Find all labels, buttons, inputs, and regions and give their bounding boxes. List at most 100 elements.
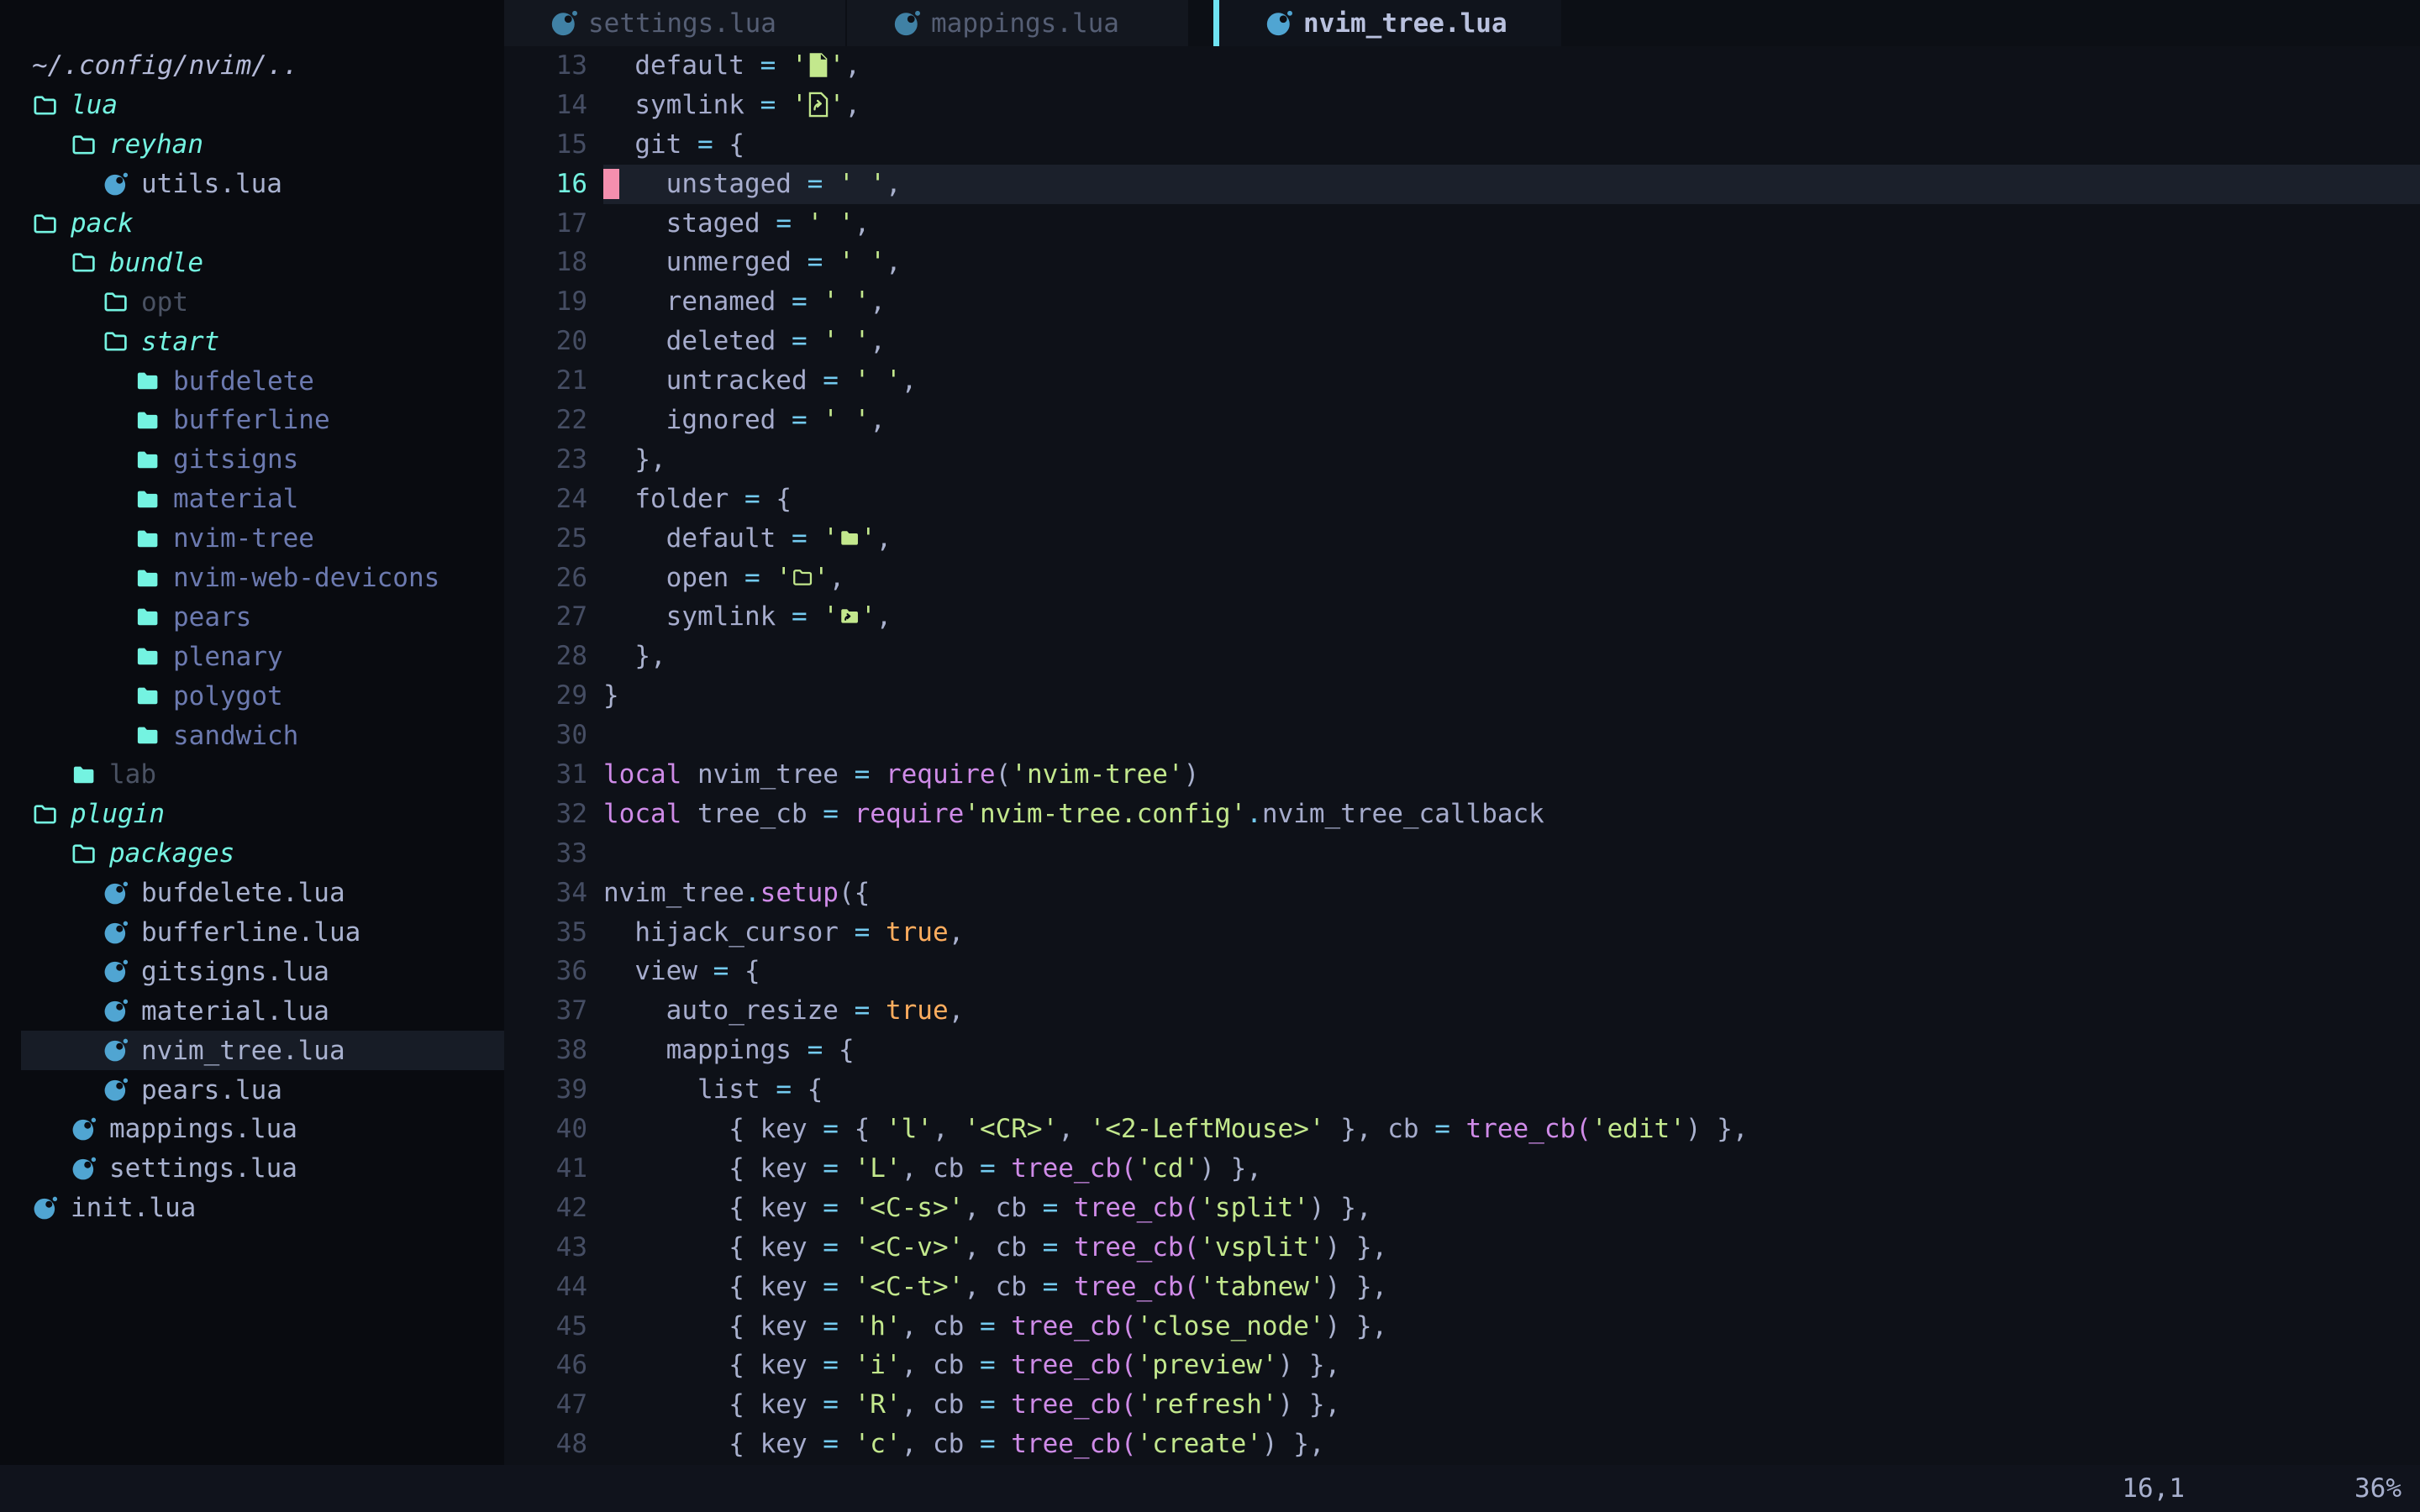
line-number: 15 <box>504 125 603 165</box>
code-token: '<C-s>' <box>855 1193 965 1223</box>
code-token: tree_cb( <box>1011 1350 1136 1380</box>
tree-item-plenary[interactable]: plenary <box>0 637 504 676</box>
tree-item-lua[interactable]: lua <box>0 86 504 125</box>
tree-item-nvim-tree[interactable]: nvim-tree <box>0 519 504 559</box>
tree-item-gitsigns[interactable]: gitsigns <box>0 440 504 480</box>
code-line-31[interactable]: 31local nvim_tree = require('nvim-tree') <box>504 755 2420 795</box>
code-line-14[interactable]: 14 symlink = '', <box>504 86 2420 125</box>
line-number: 24 <box>504 480 603 519</box>
tree-item-utils-lua[interactable]: utils.lua <box>0 165 504 204</box>
tree-item-opt[interactable]: opt <box>0 282 504 322</box>
code-line-13[interactable]: 13 default = '', <box>504 46 2420 86</box>
code-line-47[interactable]: 47 { key = 'R', cb = tree_cb('refresh') … <box>504 1385 2420 1425</box>
code-line-19[interactable]: 19 renamed = ' ', <box>504 282 2420 322</box>
code-line-41[interactable]: 41 { key = 'L', cb = tree_cb('cd') }, <box>504 1149 2420 1189</box>
tree-item-label: opt <box>141 287 188 318</box>
tree-item-bufdelete[interactable]: bufdelete <box>0 361 504 401</box>
tab-settings-lua[interactable]: settings.lua <box>504 0 845 46</box>
tree-item-label: bufdelete <box>173 366 314 396</box>
tree-item-start[interactable]: start <box>0 322 504 361</box>
line-text: auto_resize = true, <box>603 991 2420 1031</box>
code-token: symlink <box>603 90 760 120</box>
line-number: 48 <box>504 1425 603 1464</box>
tree-item-reyhan[interactable]: reyhan <box>0 125 504 165</box>
code-token: true <box>886 995 949 1026</box>
code-token: = <box>1043 1272 1074 1302</box>
code-line-43[interactable]: 43 { key = '<C-v>', cb = tree_cb('vsplit… <box>504 1228 2420 1268</box>
code-line-46[interactable]: 46 { key = 'i', cb = tree_cb('preview') … <box>504 1346 2420 1385</box>
code-line-23[interactable]: 23 }, <box>504 440 2420 480</box>
code-line-21[interactable]: 21 untracked = ' ', <box>504 361 2420 401</box>
code-line-28[interactable]: 28 }, <box>504 637 2420 676</box>
code-token: }, <box>603 444 666 475</box>
code-line-18[interactable]: 18 unmerged = ' ', <box>504 243 2420 282</box>
code-token: = <box>980 1311 1011 1341</box>
tree-item-polygot[interactable]: polygot <box>0 676 504 716</box>
tree-item-bufdelete-lua[interactable]: bufdelete.lua <box>0 874 504 913</box>
code-line-36[interactable]: 36 view = { <box>504 952 2420 991</box>
code-token: = <box>823 1153 854 1184</box>
tree-item-label: material <box>173 484 298 514</box>
tree-item-nvim_tree-lua[interactable]: nvim_tree.lua <box>0 1031 504 1070</box>
code-line-17[interactable]: 17 staged = ' ', <box>504 204 2420 244</box>
line-number: 25 <box>504 519 603 559</box>
code-line-26[interactable]: 26 open = '', <box>504 559 2420 598</box>
tree-item-label: bufferline <box>173 405 330 435</box>
code-line-20[interactable]: 20 deleted = ' ', <box>504 322 2420 361</box>
tree-item-pears-lua[interactable]: pears.lua <box>0 1070 504 1110</box>
tree-item-material[interactable]: material <box>0 480 504 519</box>
tree-item-gitsigns-lua[interactable]: gitsigns.lua <box>0 952 504 991</box>
tree-item-label: plenary <box>173 642 283 672</box>
code-line-37[interactable]: 37 auto_resize = true, <box>504 991 2420 1031</box>
code-line-45[interactable]: 45 { key = 'h', cb = tree_cb('close_node… <box>504 1307 2420 1347</box>
tree-item-packages[interactable]: packages <box>0 834 504 874</box>
code-line-32[interactable]: 32local tree_cb = require'nvim-tree.conf… <box>504 795 2420 834</box>
tree-item-init-lua[interactable]: init.lua <box>0 1189 504 1228</box>
tree-item-settings-lua[interactable]: settings.lua <box>0 1149 504 1189</box>
code-line-22[interactable]: 22 ignored = ' ', <box>504 401 2420 440</box>
tree-item-bufferline[interactable]: bufferline <box>0 401 504 440</box>
tree-item-bundle[interactable]: bundle <box>0 243 504 282</box>
folder-closed-icon <box>134 447 160 473</box>
tree-item-material-lua[interactable]: material.lua <box>0 991 504 1031</box>
code-line-33[interactable]: 33 <box>504 834 2420 874</box>
tree-item-plugin[interactable]: plugin <box>0 795 504 834</box>
tree-item-nvim-web-devicons[interactable]: nvim-web-devicons <box>0 559 504 598</box>
code-line-25[interactable]: 25 default = '', <box>504 519 2420 559</box>
code-line-34[interactable]: 34nvim_tree.setup({ <box>504 874 2420 913</box>
tree-item-pears[interactable]: pears <box>0 597 504 637</box>
tree-item-sandwich[interactable]: sandwich <box>0 716 504 755</box>
tree-item-mappings-lua[interactable]: mappings.lua <box>0 1110 504 1149</box>
code-token: ' <box>792 90 808 120</box>
code-token: , <box>902 1429 933 1459</box>
code-line-35[interactable]: 35 hijack_cursor = true, <box>504 913 2420 953</box>
code-line-29[interactable]: 29} <box>504 676 2420 716</box>
tree-item-bufferline-lua[interactable]: bufferline.lua <box>0 913 504 953</box>
code-line-42[interactable]: 42 { key = '<C-s>', cb = tree_cb('split'… <box>504 1189 2420 1228</box>
code-line-48[interactable]: 48 { key = 'c', cb = tree_cb('create') }… <box>504 1425 2420 1464</box>
tree-item-pack[interactable]: pack <box>0 204 504 244</box>
line-text: symlink = '', <box>603 86 2420 125</box>
editor-buffer[interactable]: 13 default = '',14 symlink = '',15 git =… <box>504 46 2420 1465</box>
code-line-16[interactable]: 16 unstaged = ' ', <box>504 165 2420 204</box>
status-bar: 16,1 36% <box>0 1465 2420 1512</box>
tab-mappings-lua[interactable]: mappings.lua <box>847 0 1188 46</box>
line-text: folder = { <box>603 480 2420 519</box>
tab-nvim_tree-lua[interactable]: nvim_tree.lua <box>1213 0 1561 46</box>
tree-item--config-nvim-[interactable]: ~/.config/nvim/.. <box>0 46 504 86</box>
code-line-39[interactable]: 39 list = { <box>504 1070 2420 1110</box>
line-number: 36 <box>504 952 603 991</box>
line-number: 38 <box>504 1031 603 1070</box>
code-line-38[interactable]: 38 mappings = { <box>504 1031 2420 1070</box>
lua-icon <box>550 9 578 38</box>
line-number: 33 <box>504 834 603 874</box>
code-token: { <box>839 1035 855 1065</box>
code-line-30[interactable]: 30 <box>504 716 2420 755</box>
tree-item-lab[interactable]: lab <box>0 755 504 795</box>
tree-item-label: pears <box>173 602 251 633</box>
code-line-40[interactable]: 40 { key = { 'l', '<CR>', '<2-LeftMouse>… <box>504 1110 2420 1149</box>
code-line-44[interactable]: 44 { key = '<C-t>', cb = tree_cb('tabnew… <box>504 1268 2420 1307</box>
code-line-27[interactable]: 27 symlink = '', <box>504 597 2420 637</box>
code-line-24[interactable]: 24 folder = { <box>504 480 2420 519</box>
code-line-15[interactable]: 15 git = { <box>504 125 2420 165</box>
